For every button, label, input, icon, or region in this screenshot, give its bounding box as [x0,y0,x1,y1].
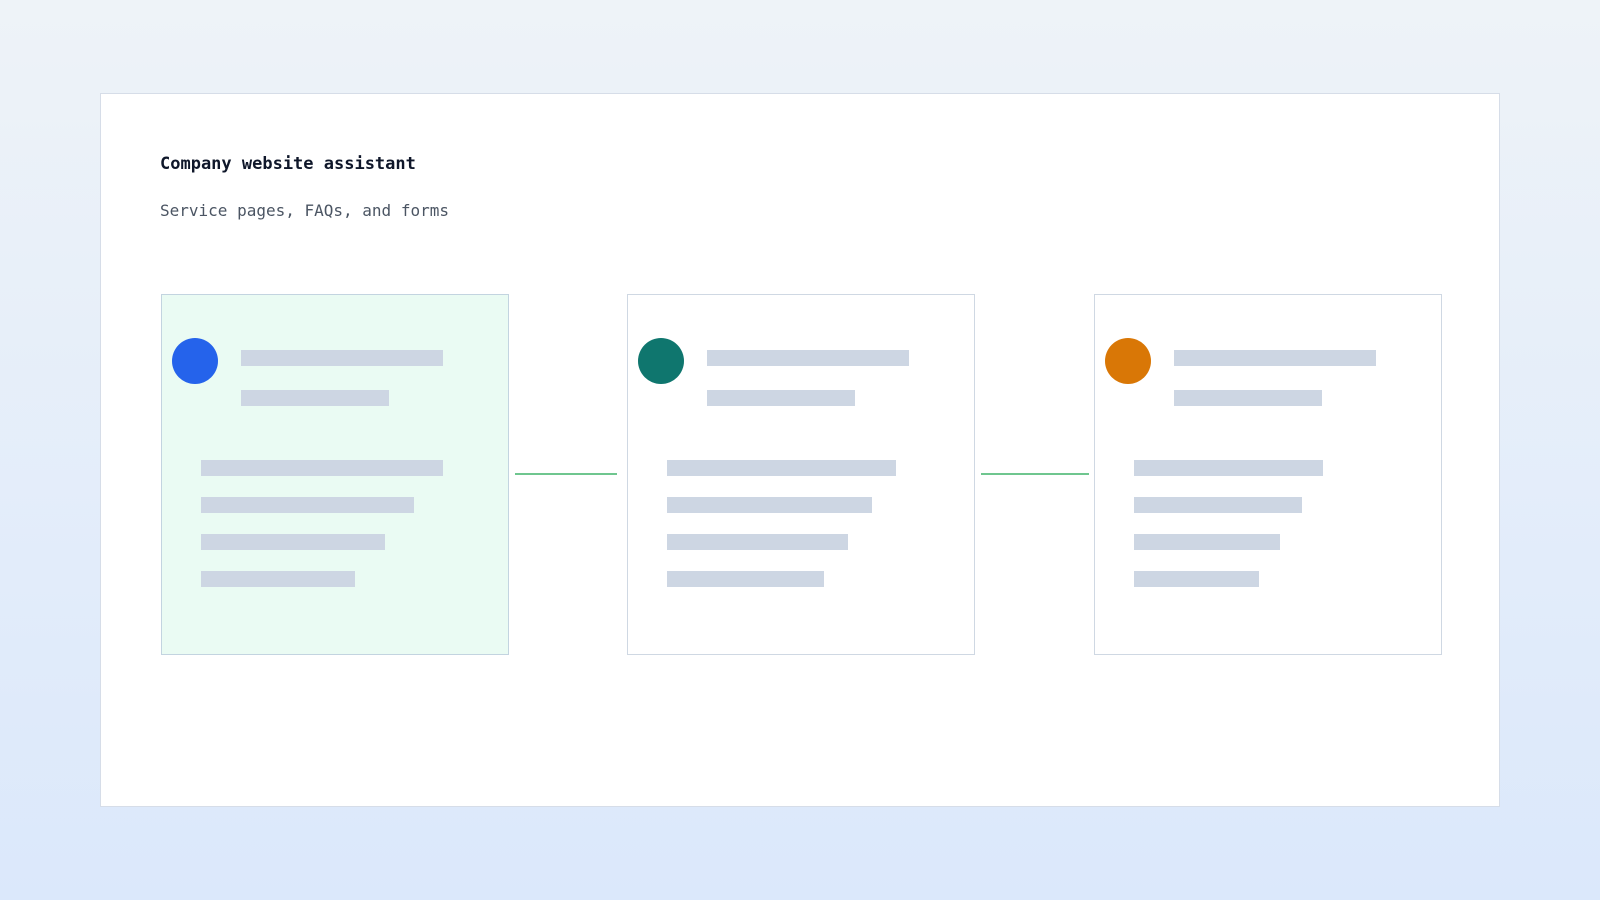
card-line-placeholder [667,497,872,513]
card-line-placeholder [201,460,443,476]
page-title: Company website assistant [160,154,416,174]
card-line-placeholder [201,497,414,513]
avatar [638,338,684,384]
avatar [172,338,218,384]
card-line-placeholder [1134,460,1323,476]
card-heading-placeholder [1174,350,1376,366]
card-2[interactable] [627,294,975,655]
connector-line [515,473,617,475]
card-line-placeholder [1134,571,1259,587]
page-subtitle: Service pages, FAQs, and forms [160,201,449,220]
card-line-placeholder [667,534,848,550]
assistant-panel: Company website assistant Service pages,… [100,93,1500,807]
card-subheading-placeholder [241,390,389,406]
card-line-placeholder [201,534,385,550]
card-line-placeholder [1134,534,1280,550]
card-1[interactable] [161,294,509,655]
card-line-placeholder [667,460,896,476]
card-line-placeholder [201,571,355,587]
card-3[interactable] [1094,294,1442,655]
card-subheading-placeholder [1174,390,1322,406]
card-subheading-placeholder [707,390,855,406]
connector-line [981,473,1089,475]
card-line-placeholder [667,571,824,587]
avatar [1105,338,1151,384]
card-heading-placeholder [241,350,443,366]
card-heading-placeholder [707,350,909,366]
card-line-placeholder [1134,497,1302,513]
